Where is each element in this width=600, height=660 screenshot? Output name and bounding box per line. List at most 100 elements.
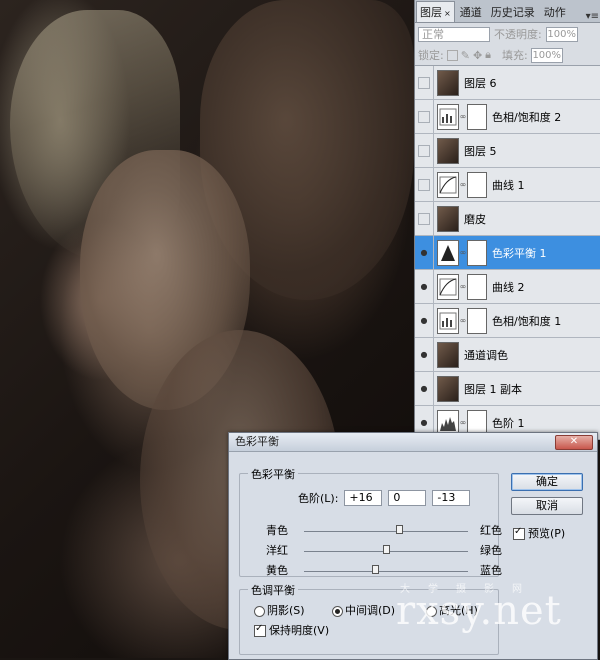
panel-menu-icon[interactable]: ▾≡ (586, 11, 599, 22)
layer-name[interactable]: 图层 5 (464, 143, 497, 159)
levels-input-cyan-red[interactable]: +16 (344, 490, 383, 506)
ok-button[interactable]: 确定 (511, 473, 583, 491)
tab-actions[interactable]: 动作 (540, 1, 570, 22)
layer-name[interactable]: 图层 6 (464, 75, 497, 91)
preview-label: 预览(P) (528, 527, 566, 540)
hue-adjustment-icon[interactable] (437, 103, 459, 130)
layers-list: 图层 6 ∞ 色相/饱和度 2 图层 5 ∞ 曲线 1 磨皮 ● ∞ 色彩平衡 1 ● ∞ 曲线 2 ● ∞… (415, 65, 600, 440)
layer-mask-thumbnail[interactable] (467, 307, 487, 334)
tab-close-icon[interactable]: × (444, 9, 451, 18)
chain-link-icon[interactable]: ∞ (459, 180, 467, 189)
opacity-input[interactable]: 100% (545, 26, 578, 42)
cancel-button[interactable]: 取消 (511, 497, 583, 515)
layer-row[interactable]: ● ∞ 色彩平衡 1 (415, 235, 600, 270)
layer-name[interactable]: 通道调色 (464, 347, 508, 363)
layer-mask-thumbnail[interactable] (467, 171, 487, 198)
slider-track[interactable] (304, 531, 468, 532)
tab-history[interactable]: 历史记录 (487, 1, 539, 22)
layer-thumbnail[interactable] (437, 205, 459, 232)
layer-thumbnail[interactable] (437, 375, 459, 402)
layer-name[interactable]: 色相/饱和度 2 (492, 109, 561, 125)
visibility-box (418, 144, 430, 157)
slider-handle[interactable] (372, 565, 380, 574)
layer-name[interactable]: 曲线 2 (492, 279, 525, 295)
visibility-toggle[interactable] (415, 65, 434, 100)
fill-label: 填充: (502, 49, 528, 62)
visibility-box (418, 110, 430, 123)
tab-channels[interactable]: 通道 (456, 1, 486, 22)
color-slider-row: 黄色 蓝色 (266, 562, 502, 578)
layer-thumbnail[interactable] (437, 69, 459, 96)
slider-left-label: 青色 (266, 524, 288, 537)
eye-icon[interactable]: ● (415, 337, 434, 372)
visibility-toggle[interactable] (415, 99, 434, 134)
layer-row[interactable]: ● 通道调色 (415, 337, 600, 372)
layer-name[interactable]: 曲线 1 (492, 177, 525, 193)
slider-right-label: 红色 (480, 524, 502, 537)
tab-layers[interactable]: 图层 × (416, 1, 455, 22)
chain-link-icon[interactable]: ∞ (459, 112, 467, 121)
layer-mask-thumbnail[interactable] (467, 103, 487, 130)
eye-icon[interactable]: ● (415, 371, 434, 406)
eye-icon[interactable]: ● (415, 235, 434, 270)
layer-name[interactable]: 色阶 1 (492, 415, 525, 431)
eye-icon[interactable]: ● (415, 269, 434, 304)
curve-adjustment-icon[interactable] (437, 171, 459, 198)
visibility-toggle[interactable] (415, 133, 434, 168)
slider-track[interactable] (304, 571, 468, 572)
layer-row[interactable]: ∞ 曲线 1 (415, 167, 600, 202)
layer-name[interactable]: 图层 1 副本 (464, 381, 522, 397)
panel-tabs: 图层 × 通道 历史记录 动作 ▾≡ (415, 0, 600, 23)
visibility-toggle[interactable] (415, 167, 434, 202)
tone-midtones-radio[interactable]: 中间调(D) (332, 602, 395, 618)
chain-link-icon[interactable]: ∞ (459, 316, 467, 325)
layer-row[interactable]: ● ∞ 曲线 2 (415, 269, 600, 304)
layer-row[interactable]: ● ∞ 色相/饱和度 1 (415, 303, 600, 338)
layer-row[interactable]: ∞ 色相/饱和度 2 (415, 99, 600, 134)
curve-adjustment-icon[interactable] (437, 273, 459, 300)
lock-row: 锁定: ✎ ✥ 🔒︎ 填充: 100% (415, 45, 600, 66)
blend-mode-select[interactable]: 正常 (418, 26, 490, 42)
layer-mask-thumbnail[interactable] (467, 239, 487, 266)
layer-name[interactable]: 色彩平衡 1 (492, 245, 547, 261)
visibility-box (418, 76, 430, 89)
layer-mask-thumbnail[interactable] (467, 273, 487, 300)
balance-group: 色彩平衡 色阶(L): +16 0 -13 青色 红色 洋红 绿色 黄色 蓝色 (239, 466, 502, 578)
hue-adjustment-icon[interactable] (437, 307, 459, 334)
chain-link-icon[interactable]: ∞ (459, 418, 467, 427)
layer-row[interactable]: 图层 6 (415, 65, 600, 100)
eye-icon[interactable]: ● (415, 303, 434, 338)
fill-input[interactable]: 100% (530, 47, 563, 63)
preview-checkbox[interactable]: 预览(P) (513, 525, 565, 541)
layer-row[interactable]: ● 图层 1 副本 (415, 371, 600, 406)
levels-input-magenta-green[interactable]: 0 (388, 490, 427, 506)
tone-shadows-radio[interactable]: 阴影(S) (254, 602, 305, 618)
slider-handle[interactable] (396, 525, 404, 534)
layer-row[interactable]: 磨皮 (415, 201, 600, 236)
layer-name[interactable]: 色相/饱和度 1 (492, 313, 561, 329)
checkbox-checked-icon (513, 526, 525, 540)
color-slider-row: 洋红 绿色 (266, 542, 502, 558)
layer-row[interactable]: 图层 5 (415, 133, 600, 168)
radio-icon (254, 605, 265, 617)
lock-move-icon[interactable]: ✥ (473, 49, 482, 62)
slider-right-label: 绿色 (480, 544, 502, 557)
chain-link-icon[interactable]: ∞ (459, 282, 467, 291)
layer-name[interactable]: 磨皮 (464, 211, 486, 227)
balance-adjustment-icon[interactable] (437, 239, 459, 266)
layer-thumbnail[interactable] (437, 137, 459, 164)
preserve-luminosity-checkbox[interactable]: 保持明度(V) (254, 622, 329, 638)
tone-midtones-label: 中间调(D) (345, 604, 396, 617)
visibility-box (418, 178, 430, 191)
blend-row: 正常 不透明度: 100% (415, 23, 600, 45)
levels-input-yellow-blue[interactable]: -13 (432, 490, 471, 506)
chain-link-icon[interactable]: ∞ (459, 248, 467, 257)
lock-brush-icon[interactable]: ✎ (461, 49, 470, 62)
slider-handle[interactable] (383, 545, 390, 554)
checkbox-checked-icon (254, 623, 266, 637)
layer-thumbnail[interactable] (437, 341, 459, 368)
close-icon[interactable]: ✕ (555, 435, 593, 450)
lock-transparent-icon[interactable] (446, 49, 458, 61)
lock-all-icon[interactable]: 🔒︎ (485, 48, 491, 62)
visibility-toggle[interactable] (415, 201, 434, 236)
